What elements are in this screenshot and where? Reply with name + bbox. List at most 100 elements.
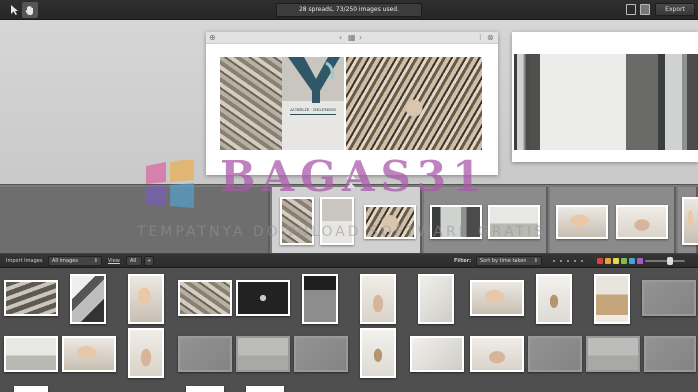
library-image-used[interactable] <box>178 336 232 372</box>
rating-dot[interactable] <box>574 260 576 262</box>
library-image-used[interactable] <box>528 336 582 372</box>
library-image[interactable] <box>4 336 58 372</box>
left-page[interactable]: AURÉLIE · DELPHINE <box>220 57 344 150</box>
thumbnail-size-slider[interactable] <box>645 257 685 265</box>
spread-toolbar: ⊕ ‹ ▦ › ⁝ ⊗ <box>206 32 498 44</box>
filmstrip-spread-4[interactable] <box>678 187 698 253</box>
grid-layout-icon[interactable]: ▦ <box>348 33 356 43</box>
photo-hallway[interactable] <box>658 54 698 150</box>
filmstrip-thumb[interactable] <box>682 197 698 245</box>
color-filter-yellow[interactable] <box>613 258 619 264</box>
library-image[interactable] <box>246 386 284 392</box>
library-image[interactable] <box>360 274 396 324</box>
image <box>538 276 570 322</box>
export-button[interactable]: Export <box>655 3 695 16</box>
image <box>472 282 522 314</box>
image <box>646 338 694 370</box>
slider-knob[interactable] <box>667 257 673 265</box>
album-designer-app: 28 spreads, 73/250 images used. Export ⊕… <box>0 0 698 392</box>
photo-room-left[interactable] <box>514 54 530 150</box>
image <box>644 282 694 314</box>
next-spread-icon[interactable]: › <box>359 33 362 43</box>
color-filter-purple[interactable] <box>637 258 643 264</box>
library-image[interactable] <box>186 386 224 392</box>
rating-dot[interactable] <box>553 260 555 262</box>
library-image-used[interactable] <box>236 336 290 372</box>
add-page-icon[interactable]: ⊕ <box>209 33 216 43</box>
image <box>362 330 394 376</box>
image <box>6 338 56 370</box>
library-image[interactable] <box>128 328 164 378</box>
library-image[interactable] <box>236 280 290 316</box>
filmstrip-spread-3[interactable] <box>550 187 676 253</box>
top-toolbar: 28 spreads, 73/250 images used. Export <box>0 0 698 20</box>
filmstrip-thumb[interactable] <box>320 197 354 245</box>
title-page[interactable]: AURÉLIE · DELPHINE <box>282 57 344 150</box>
thumb-image <box>558 207 606 237</box>
add-filter-button[interactable]: + <box>144 256 154 266</box>
library-image[interactable] <box>62 336 116 372</box>
library-image[interactable] <box>302 274 338 324</box>
pointer-tool-icon[interactable] <box>6 2 22 18</box>
right-page[interactable] <box>346 57 482 150</box>
filmstrip-thumb[interactable] <box>280 197 314 245</box>
library-image[interactable] <box>470 280 524 316</box>
filmstrip-spread-2[interactable] <box>424 187 548 253</box>
image <box>420 276 452 322</box>
photo-shells[interactable] <box>220 57 282 150</box>
library-image-used[interactable] <box>586 336 640 372</box>
chevron-down-icon: ⇕ <box>93 258 98 264</box>
rating-dot[interactable] <box>567 260 569 262</box>
hand-tool-icon[interactable] <box>22 2 38 18</box>
library-image[interactable] <box>470 336 524 372</box>
filmstrip-spread-1[interactable] <box>272 187 422 253</box>
color-filter-orange[interactable] <box>605 258 611 264</box>
filmstrip-empty-area <box>0 187 270 253</box>
next-spread-preview[interactable] <box>512 32 698 162</box>
image-library <box>0 268 698 392</box>
image <box>64 338 114 370</box>
color-filter-red[interactable] <box>597 258 603 264</box>
library-image[interactable] <box>360 328 396 378</box>
image <box>296 338 346 370</box>
library-image[interactable] <box>536 274 572 324</box>
image <box>596 276 628 322</box>
image <box>238 282 288 314</box>
filmstrip-thumb[interactable] <box>364 205 416 239</box>
library-image[interactable] <box>4 280 58 316</box>
filmstrip-thumb[interactable] <box>488 205 540 239</box>
close-spread-icon[interactable]: ⊗ <box>487 33 494 43</box>
filmstrip-thumb[interactable] <box>556 205 608 239</box>
color-filter-blue[interactable] <box>629 258 635 264</box>
library-image[interactable] <box>418 274 454 324</box>
rating-dot[interactable] <box>560 260 562 262</box>
library-image[interactable] <box>70 274 106 324</box>
images-dropdown[interactable]: All images ⇕ <box>48 256 102 266</box>
single-page-view-icon[interactable] <box>626 4 636 15</box>
spread-view-icon[interactable] <box>640 4 650 15</box>
library-image-used[interactable] <box>644 336 696 372</box>
view-dropdown[interactable]: All <box>126 256 142 266</box>
spread-pointer <box>346 174 356 179</box>
library-image-used[interactable] <box>294 336 348 372</box>
import-images-button[interactable]: Import Images <box>6 254 42 268</box>
library-image[interactable] <box>410 336 464 372</box>
photo-dining-room[interactable] <box>530 54 658 150</box>
prev-spread-icon[interactable]: ‹ <box>339 33 342 43</box>
chevron-down-icon: ⇕ <box>533 258 538 264</box>
photo-rings-on-branches[interactable] <box>346 57 482 150</box>
image <box>72 276 104 322</box>
library-image[interactable] <box>594 274 630 324</box>
current-spread[interactable]: ⊕ ‹ ▦ › ⁝ ⊗ AURÉLIE · DELPHINE <box>206 32 498 175</box>
more-options-icon[interactable]: ⁝ <box>479 33 482 43</box>
rating-dot[interactable] <box>581 260 583 262</box>
color-filter-green[interactable] <box>621 258 627 264</box>
filmstrip-thumb[interactable] <box>616 205 668 239</box>
sort-dropdown[interactable]: Sort by time taken ⇕ <box>476 256 542 266</box>
thumb-image <box>322 199 352 243</box>
library-image[interactable] <box>14 386 48 392</box>
filmstrip-thumb[interactable] <box>430 205 482 239</box>
library-image[interactable] <box>128 274 164 324</box>
library-image-used[interactable] <box>642 280 696 316</box>
library-image[interactable] <box>178 280 232 316</box>
